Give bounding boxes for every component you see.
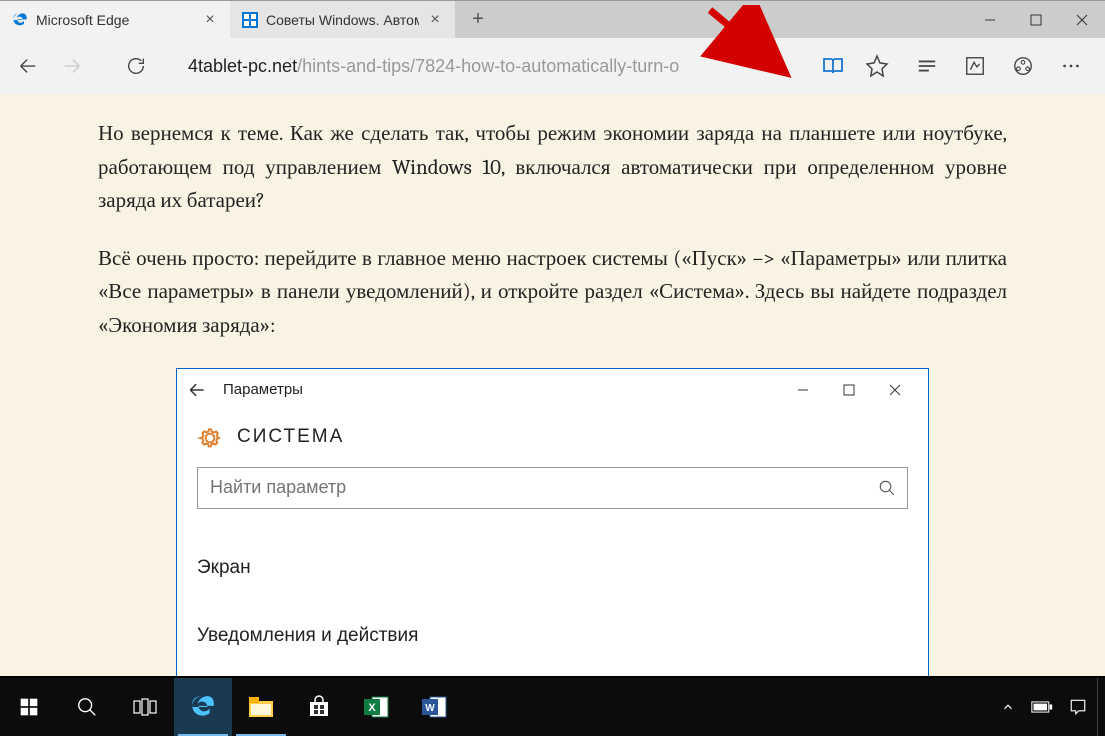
close-icon — [872, 374, 918, 406]
webnote-button[interactable] — [955, 46, 995, 86]
settings-search — [197, 467, 908, 509]
system-tray[interactable] — [991, 698, 1097, 716]
back-icon — [187, 380, 217, 400]
tab-title: Советы Windows. Автом — [266, 12, 419, 28]
window-controls — [967, 1, 1105, 38]
tab-edge[interactable]: Microsoft Edge × — [0, 1, 230, 38]
back-button[interactable] — [8, 46, 48, 86]
close-icon[interactable]: × — [202, 11, 218, 29]
page-content: Но вернемся к теме. Как же сделать так, … — [0, 94, 1105, 676]
taskbar-word[interactable]: W — [406, 678, 464, 736]
hub-button[interactable] — [907, 46, 947, 86]
taskbar-explorer[interactable] — [232, 678, 290, 736]
settings-item-notifications: Уведомления и действия — [197, 617, 908, 655]
search-icon — [878, 479, 896, 497]
article-paragraph: Но вернемся к теме. Как же сделать так, … — [98, 118, 1007, 219]
url-domain: 4tablet-pc.net — [188, 56, 297, 77]
settings-section-title: СИСТЕМА — [237, 426, 344, 448]
svg-text:W: W — [425, 703, 435, 714]
settings-screenshot: Параметры СИСТЕМА Экран Уведомлени — [176, 368, 929, 676]
favorite-button[interactable] — [857, 46, 897, 86]
svg-text:X: X — [368, 702, 376, 714]
settings-title: Параметры — [223, 381, 780, 398]
browser-titlebar: Microsoft Edge × Советы Windows. Автом ×… — [0, 0, 1105, 38]
reading-view-button[interactable] — [813, 46, 853, 86]
settings-item-display: Экран — [197, 549, 908, 587]
taskbar-store[interactable] — [290, 678, 348, 736]
taskbar-edge[interactable] — [174, 678, 232, 736]
forward-button — [52, 46, 92, 86]
start-button[interactable] — [0, 678, 58, 736]
url-path: /hints-and-tips/7824-how-to-automaticall… — [297, 56, 679, 77]
close-button[interactable] — [1059, 1, 1105, 38]
minimize-button[interactable] — [967, 1, 1013, 38]
chevron-up-icon[interactable] — [1001, 700, 1015, 714]
gear-icon — [197, 425, 221, 449]
edge-icon — [12, 12, 28, 28]
more-button[interactable] — [1051, 46, 1091, 86]
settings-titlebar: Параметры — [177, 369, 928, 411]
maximize-button[interactable] — [1013, 1, 1059, 38]
browser-toolbar: 4tablet-pc.net/hints-and-tips/7824-how-t… — [0, 38, 1105, 94]
new-tab-button[interactable]: + — [455, 1, 501, 38]
taskbar-excel[interactable]: X — [348, 678, 406, 736]
refresh-button[interactable] — [116, 46, 156, 86]
maximize-icon — [826, 374, 872, 406]
tab-article[interactable]: Советы Windows. Автом × — [230, 1, 455, 38]
minimize-icon — [780, 374, 826, 406]
action-center-icon[interactable] — [1069, 698, 1087, 716]
tab-title: Microsoft Edge — [36, 12, 194, 28]
battery-icon[interactable] — [1031, 700, 1053, 714]
taskbar: X W — [0, 678, 1105, 736]
settings-favicon — [242, 12, 258, 28]
article-paragraph: Всё очень просто: перейдите в главное ме… — [98, 243, 1007, 344]
taskview-button[interactable] — [116, 678, 174, 736]
search-button[interactable] — [58, 678, 116, 736]
close-icon[interactable]: × — [427, 11, 443, 29]
show-desktop-button[interactable] — [1097, 678, 1105, 736]
search-input[interactable] — [197, 467, 908, 509]
share-button[interactable] — [1003, 46, 1043, 86]
address-bar[interactable]: 4tablet-pc.net/hints-and-tips/7824-how-t… — [180, 48, 809, 84]
